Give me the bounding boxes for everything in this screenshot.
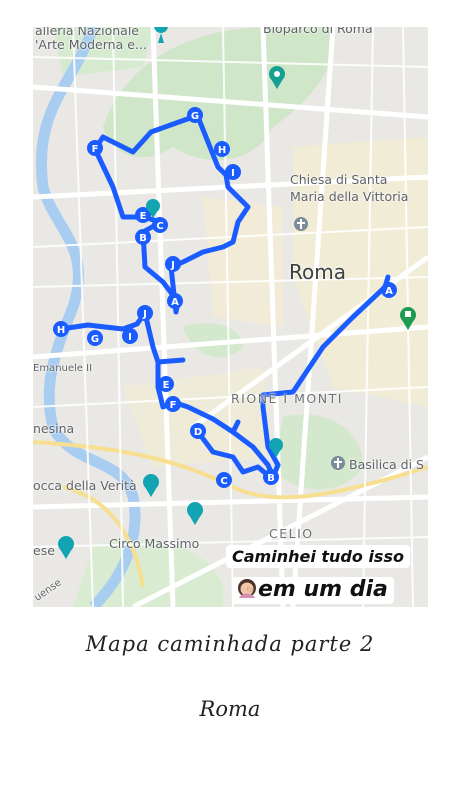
map-label-gallery-2: 'Arte Moderna e... — [35, 37, 147, 52]
caption-title: Mapa caminhada parte 2 — [85, 632, 375, 656]
svg-text:B: B — [139, 233, 147, 244]
waypoint-b-north[interactable]: B — [135, 229, 151, 245]
svg-text:D: D — [194, 427, 202, 438]
map-label-city: Roma — [289, 260, 346, 284]
map-screenshot: G H I F E C B J A H G I J E F D C B A al… — [33, 27, 428, 607]
svg-text:I: I — [231, 168, 235, 179]
waypoint-d-south[interactable]: D — [190, 423, 206, 439]
story-text-line-2-box: em um dia — [232, 577, 394, 604]
map-label-bocca: occa della Verità — [33, 478, 137, 493]
landmark-pin-icon[interactable] — [143, 474, 159, 497]
urban-area — [123, 367, 273, 467]
waypoint-f-south[interactable]: F — [165, 396, 181, 412]
map-label-bioparco: Bioparco di Roma — [263, 27, 373, 36]
waypoint-b-south[interactable]: B — [263, 469, 279, 485]
map-label-church-1: Chiesa di Santa — [290, 172, 388, 187]
story-text-line-2: em um dia — [258, 577, 388, 602]
map-label-street: Emanuele II — [33, 363, 93, 374]
map-canvas: G H I F E C B J A H G I J E F D C B A — [33, 27, 428, 607]
waypoint-i-north[interactable]: I — [225, 164, 241, 180]
church-pin-icon — [331, 456, 345, 470]
waypoint-h-north[interactable]: H — [214, 141, 230, 157]
waypoint-j-west[interactable]: J — [137, 305, 153, 321]
svg-text:A: A — [171, 297, 179, 308]
svg-text:B: B — [267, 473, 275, 484]
waypoint-c-south[interactable]: C — [216, 472, 232, 488]
landmark-pin-icon[interactable] — [58, 536, 74, 559]
svg-text:H: H — [218, 145, 226, 156]
waypoint-a-east[interactable]: A — [381, 282, 397, 298]
waypoint-i-west[interactable]: I — [122, 328, 138, 344]
svg-text:F: F — [170, 400, 177, 411]
svg-text:C: C — [220, 476, 227, 487]
map-label-area: nesina — [33, 421, 75, 436]
svg-text:E: E — [163, 380, 170, 391]
waypoint-j-north[interactable]: J — [165, 256, 181, 272]
svg-text:A: A — [385, 286, 393, 297]
svg-text:G: G — [91, 334, 99, 345]
celio-park — [273, 414, 363, 490]
caption-subtitle: Roma — [199, 697, 261, 721]
waypoint-f-north[interactable]: F — [87, 140, 103, 156]
waypoint-e-south[interactable]: E — [158, 376, 174, 392]
waypoint-h-west[interactable]: H — [53, 321, 69, 337]
map-label-celio: CELIO — [269, 526, 314, 541]
svg-text:J: J — [170, 260, 175, 271]
waypoint-g-north[interactable]: G — [187, 107, 203, 123]
map-label-basilica: Basilica di S — [349, 457, 424, 472]
church-pin-icon — [294, 217, 308, 231]
landmark-pin-icon[interactable] — [187, 502, 203, 525]
waypoint-g-west[interactable]: G — [87, 330, 103, 346]
museum-pin-icon[interactable] — [154, 27, 168, 43]
svg-text:G: G — [191, 111, 199, 122]
svg-text:I: I — [128, 332, 132, 343]
waypoint-c-north[interactable]: C — [152, 217, 168, 233]
svg-text:J: J — [142, 309, 147, 320]
waypoint-a-north[interactable]: A — [167, 293, 183, 309]
story-text-line-1: Caminhei tudo isso — [226, 545, 410, 568]
map-label-ese: ese — [33, 543, 55, 558]
svg-text:E: E — [140, 211, 147, 222]
svg-text:H: H — [57, 325, 65, 336]
map-label-district: RIONE I MONTI — [231, 391, 343, 406]
map-label-circo: Circo Massimo — [109, 536, 200, 551]
face-palm-emoji — [236, 578, 258, 600]
svg-text:C: C — [156, 221, 163, 232]
map-label-church-2: Maria della Vittoria — [290, 189, 409, 204]
svg-text:F: F — [92, 144, 99, 155]
